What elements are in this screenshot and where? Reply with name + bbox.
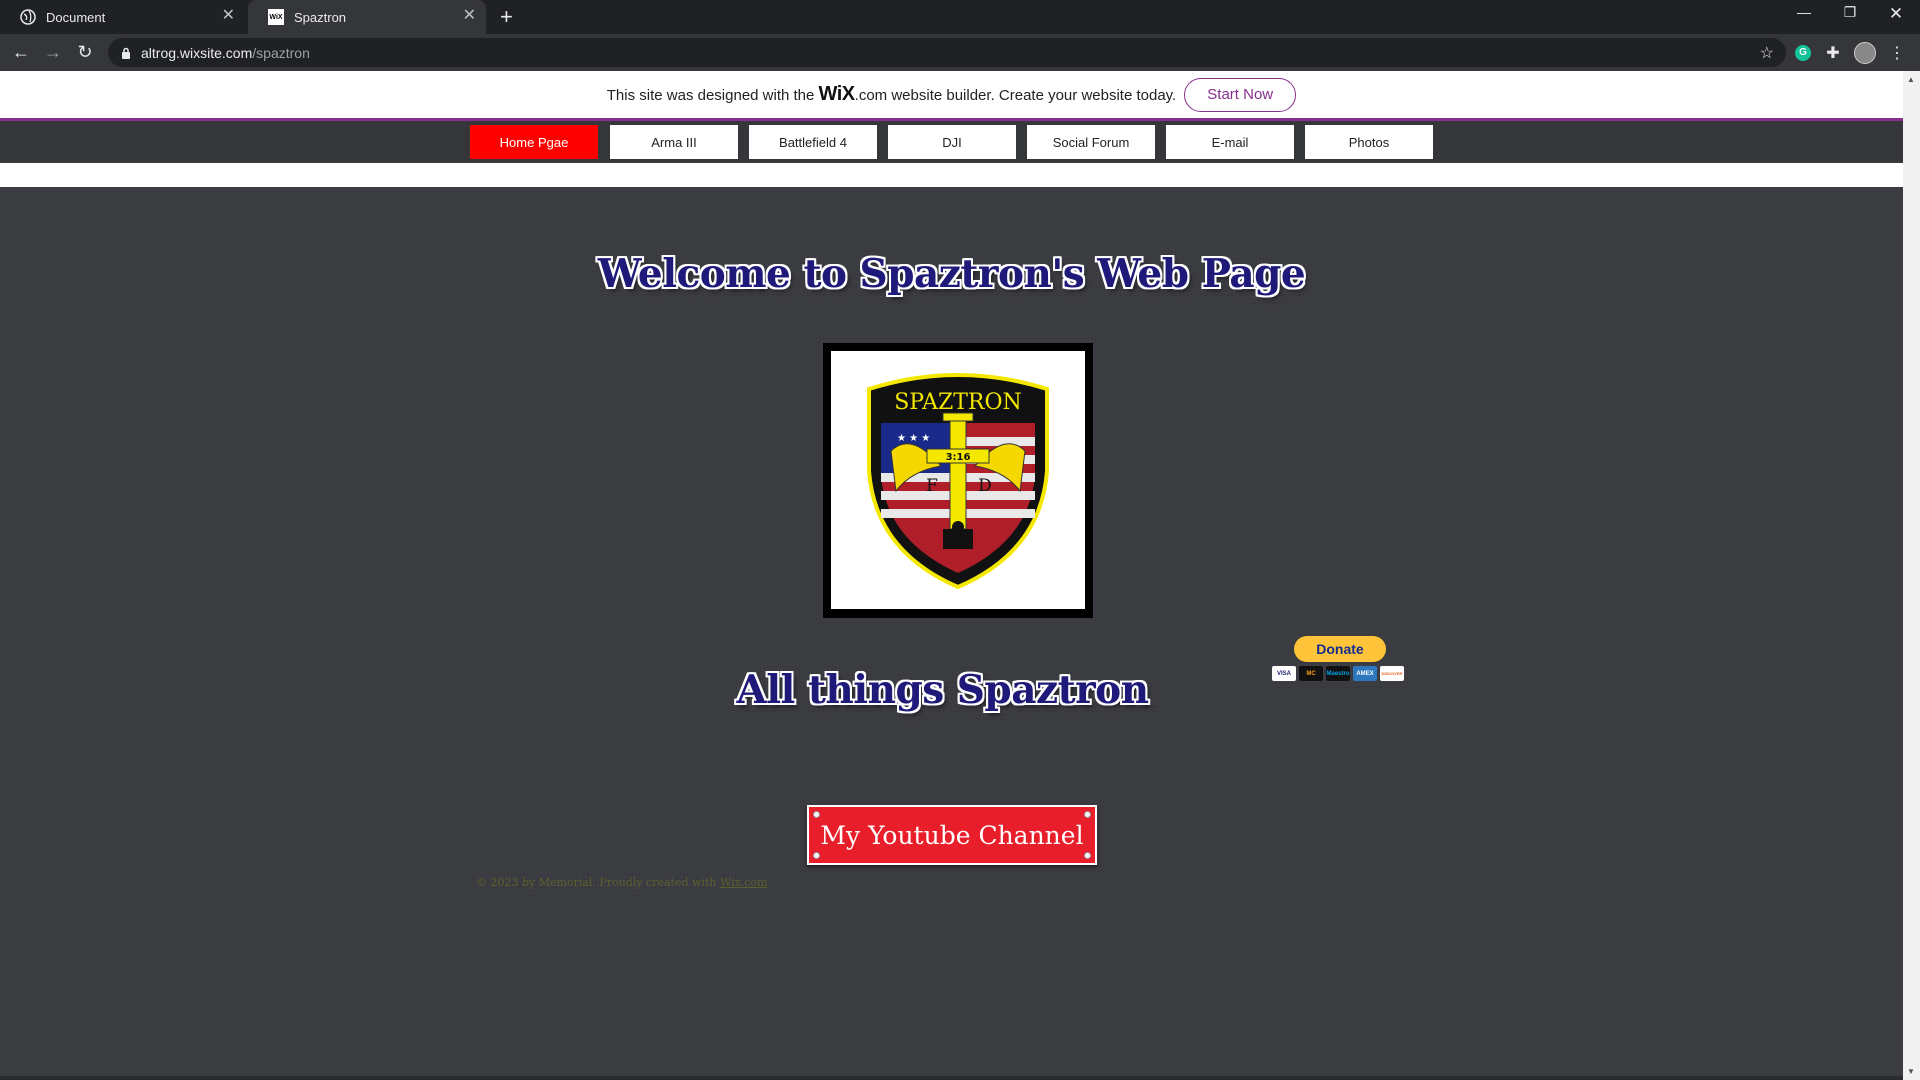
url-path: /spaztron <box>252 44 310 61</box>
menu-item-photos[interactable]: Photos <box>1305 125 1433 159</box>
footer-text: © 2023 by Memorial. Proudly created with <box>476 876 720 889</box>
donate-button[interactable]: Donate <box>1294 636 1386 662</box>
rivet-icon <box>813 811 820 818</box>
wix-banner-message: This site was designed with the WiX.com … <box>607 83 1176 106</box>
star-icon[interactable]: ☆ <box>1760 43 1774 63</box>
welcome-heading: Welcome to Spaztron's Web Page <box>597 251 1306 297</box>
menu-item-home[interactable]: Home Pgae <box>470 125 598 159</box>
page-viewport: This site was designed with the WiX.com … <box>0 71 1903 1080</box>
svg-text:★ ★ ★: ★ ★ ★ <box>897 433 930 444</box>
window-close-icon[interactable]: ✕ <box>1884 4 1908 24</box>
rivet-icon <box>1084 811 1091 818</box>
tab-title: Document <box>46 9 106 25</box>
scroll-down-icon[interactable]: ▼ <box>1907 1067 1915 1076</box>
browser-toolbar: ← → ↻ altrog.wixsite.com/spaztron ☆ G ✚ … <box>0 34 1920 71</box>
url-text: altrog.wixsite.com/spaztron <box>141 45 310 61</box>
extensions-icon[interactable]: ✚ <box>1822 42 1844 64</box>
wix-favicon-icon: WiX <box>268 9 284 25</box>
wix-banner: This site was designed with the WiX.com … <box>0 71 1903 121</box>
logo-letter-left: F <box>926 476 938 496</box>
address-bar[interactable]: altrog.wixsite.com/spaztron ☆ <box>108 38 1786 67</box>
start-now-button[interactable]: Start Now <box>1184 77 1297 112</box>
tab-strip: Document ✕ WiX Spaztron ✕ + — ❐ ✕ <box>0 0 1920 34</box>
minimize-icon[interactable]: — <box>1792 4 1816 20</box>
globe-icon <box>20 9 36 25</box>
tab-spaztron[interactable]: WiX Spaztron ✕ <box>248 0 486 34</box>
lock-icon <box>121 47 131 59</box>
menu-item-social-forum[interactable]: Social Forum <box>1027 125 1155 159</box>
restore-icon[interactable]: ❐ <box>1838 4 1862 21</box>
wix-link[interactable]: Wix.com <box>720 876 768 889</box>
sub-heading: All things Spaztron <box>736 667 1149 713</box>
bottom-border <box>0 1076 1903 1080</box>
youtube-button-label: My Youtube Channel <box>820 820 1084 850</box>
logo-cross-text: 3:16 <box>946 452 971 463</box>
scroll-up-icon[interactable]: ▲ <box>1907 75 1915 84</box>
grammarly-icon[interactable]: G <box>1792 42 1814 64</box>
wix-msg-after: website builder. Create your website tod… <box>887 87 1177 104</box>
menu-item-dji[interactable]: DJI <box>888 125 1016 159</box>
scrollbar[interactable]: ▲ ▼ <box>1903 71 1920 1080</box>
logo-frame: ★ ★ ★ ★ ★ ★ 3:16 F D SPAZTRON <box>823 343 1093 618</box>
back-icon[interactable]: ← <box>10 42 32 62</box>
menu-kebab-icon[interactable]: ⋮ <box>1886 42 1908 64</box>
close-icon[interactable]: ✕ <box>222 8 235 24</box>
menu-item-arma[interactable]: Arma III <box>610 125 738 159</box>
profile-avatar-icon[interactable] <box>1854 42 1876 64</box>
spaztron-logo: ★ ★ ★ ★ ★ ★ 3:16 F D SPAZTRON <box>831 351 1085 609</box>
logo-top-text: SPAZTRON <box>894 390 1022 415</box>
footer: © 2023 by Memorial. Proudly created with… <box>476 876 768 889</box>
new-tab-icon[interactable]: + <box>500 5 513 29</box>
forward-icon[interactable]: → <box>42 42 64 62</box>
rivet-icon <box>813 852 820 859</box>
tab-title: Spaztron <box>294 9 347 25</box>
youtube-channel-button[interactable]: My Youtube Channel <box>807 805 1097 865</box>
header-band <box>0 163 1903 187</box>
menu-item-email[interactable]: E-mail <box>1166 125 1294 159</box>
close-icon[interactable]: ✕ <box>463 8 476 24</box>
wix-msg-before: This site was designed with the <box>606 87 819 104</box>
tab-document[interactable]: Document ✕ <box>0 0 245 34</box>
rivet-icon <box>1084 852 1091 859</box>
menu-item-battlefield[interactable]: Battlefield 4 <box>749 125 877 159</box>
url-host: altrog.wixsite.com <box>141 44 253 61</box>
wix-logo-suffix: .com <box>854 87 888 104</box>
logo-letter-right: D <box>978 476 992 496</box>
site-menu: Home Pgae Arma III Battlefield 4 DJI Soc… <box>0 121 1903 161</box>
reload-icon[interactable]: ↻ <box>74 42 96 62</box>
wix-logo: WiX <box>818 83 856 105</box>
